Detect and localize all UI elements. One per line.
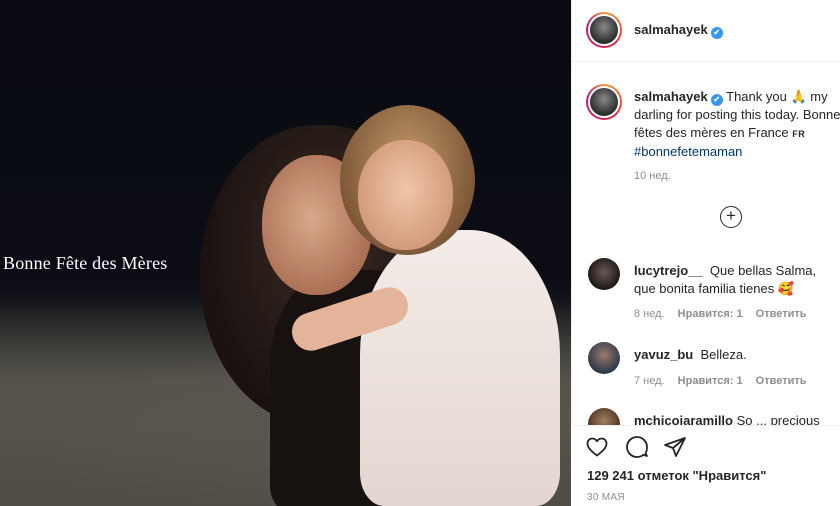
comment-avatar[interactable] bbox=[588, 342, 620, 374]
comment-text: yavuz_bu Belleza. bbox=[634, 346, 834, 364]
caption-line-1: Thank you 🙏 my bbox=[726, 89, 828, 104]
photo-child-face bbox=[358, 140, 453, 250]
language-tag: FR bbox=[792, 129, 806, 139]
comment-meta: 8 нед. Нравится: 1 Ответить bbox=[634, 308, 817, 320]
verified-icon: ✔ bbox=[710, 27, 723, 39]
photo-child-dress bbox=[360, 230, 560, 506]
comment-text: lucytrejo__ Que bellas Salma, que bonita… bbox=[634, 262, 834, 298]
post-photo[interactable]: Bonne Fête des Mères bbox=[0, 0, 571, 506]
caption-username[interactable]: salmahayek bbox=[634, 89, 708, 104]
comment-likes[interactable]: Нравится: 1 bbox=[678, 375, 743, 387]
likes-count[interactable]: 129 241 отметок "Нравится" bbox=[587, 468, 766, 483]
caption-avatar[interactable] bbox=[586, 84, 622, 120]
caption-text: salmahayek ✔ Thank you 🙏 my darling for p… bbox=[634, 88, 840, 161]
comment-time[interactable]: 8 нед. bbox=[634, 308, 665, 320]
reply-button[interactable]: Ответить bbox=[756, 375, 807, 387]
comment-time[interactable]: 7 нед. bbox=[634, 375, 665, 387]
post-date: 30 МАЯ bbox=[587, 492, 625, 503]
post-header: salmahayek ✔ bbox=[572, 0, 840, 62]
comment-meta: 7 нед. Нравится: 1 Ответить bbox=[634, 375, 817, 387]
share-icon[interactable] bbox=[663, 435, 687, 459]
caption-line-3: fêtes des mères en France bbox=[634, 125, 789, 140]
verified-icon: ✔ bbox=[710, 94, 723, 106]
reply-button[interactable]: Ответить bbox=[756, 308, 807, 320]
heart-icon[interactable] bbox=[585, 435, 609, 459]
author-username[interactable]: salmahayek ✔ bbox=[634, 22, 723, 39]
comment-likes[interactable]: Нравится: 1 bbox=[678, 308, 743, 320]
comment-icon[interactable] bbox=[625, 435, 649, 459]
comment-username[interactable]: yavuz_bu bbox=[634, 347, 693, 362]
caption-line-2: darling for posting this today. Bonne bbox=[634, 107, 840, 122]
caption-hashtag[interactable]: #bonnefetemaman bbox=[634, 143, 840, 161]
comment-username[interactable]: lucytrejo__ bbox=[634, 263, 703, 278]
comment-body: Belleza. bbox=[700, 347, 747, 362]
caption-timestamp[interactable]: 10 нед. bbox=[634, 170, 671, 182]
photo-overlay-text: Bonne Fête des Mères bbox=[3, 253, 168, 273]
author-avatar[interactable] bbox=[586, 12, 622, 48]
post-actions: 129 241 отметок "Нравится" 30 МАЯ bbox=[571, 425, 840, 506]
add-circle-icon[interactable]: + bbox=[720, 206, 742, 228]
comment-avatar[interactable] bbox=[588, 258, 620, 290]
